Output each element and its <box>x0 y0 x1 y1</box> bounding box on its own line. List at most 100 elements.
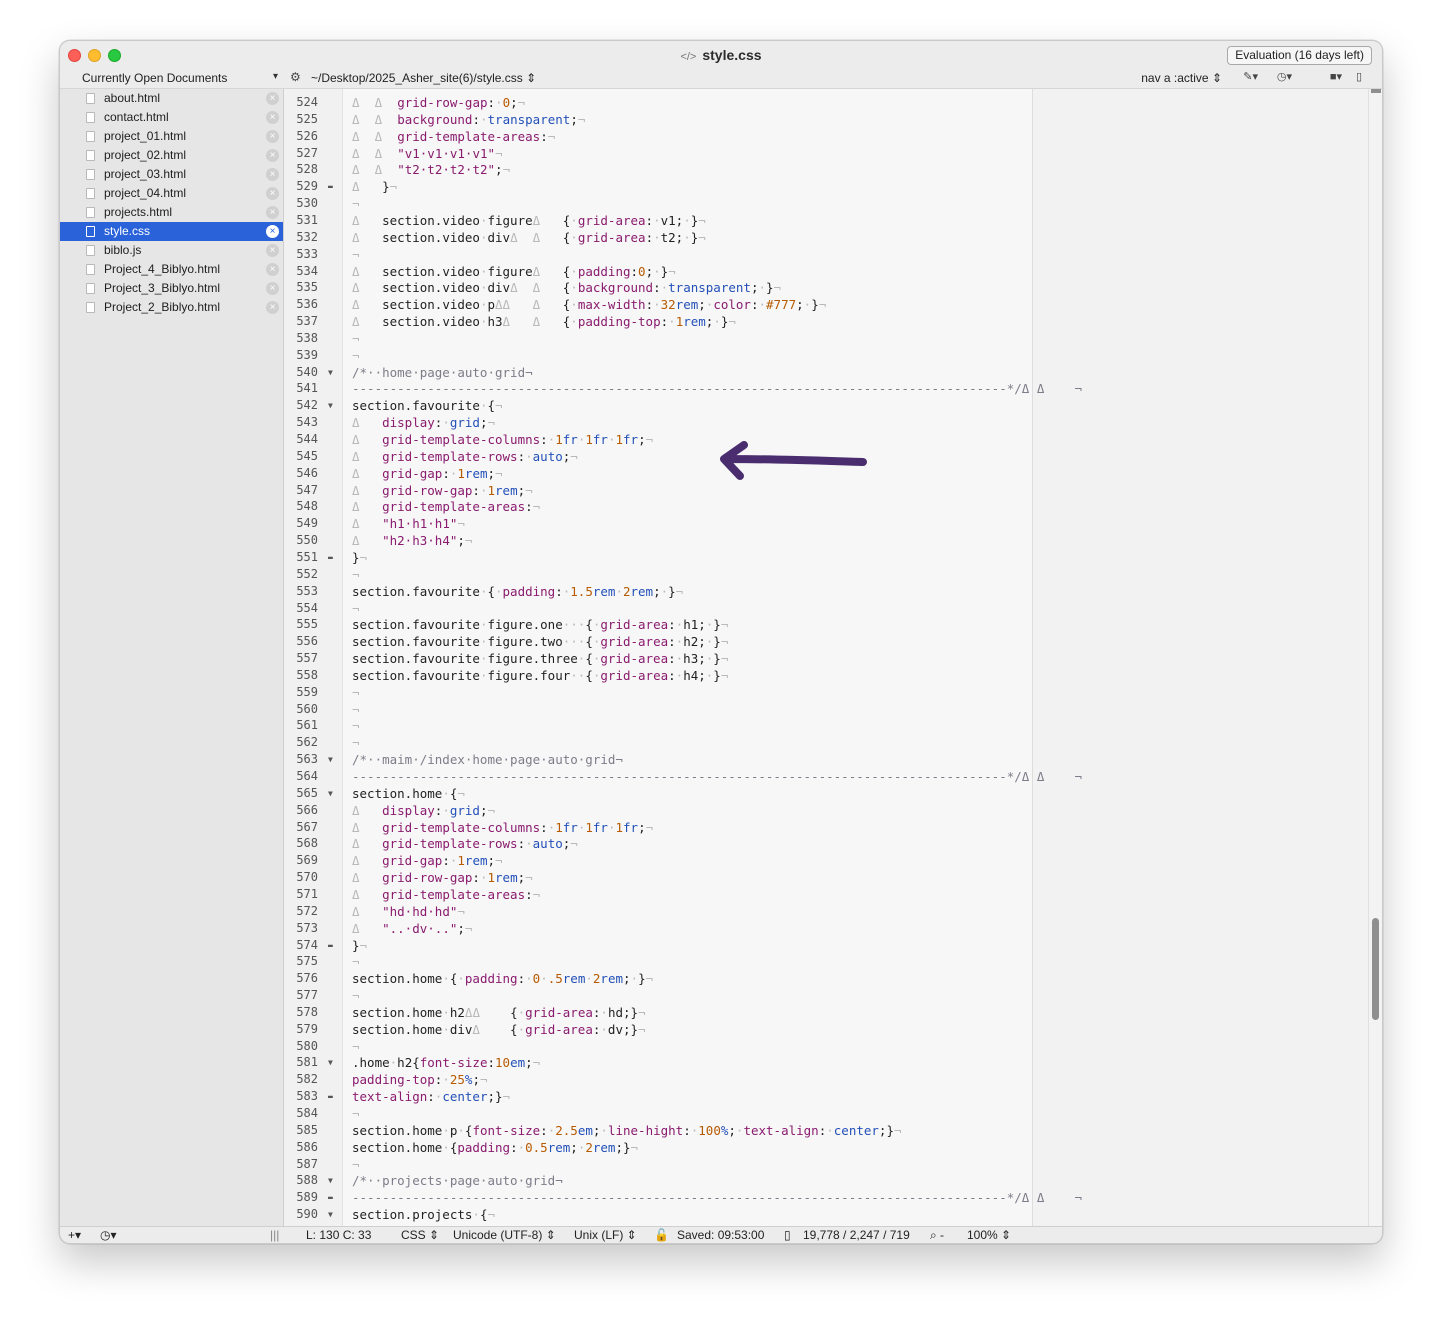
code-line[interactable]: 541 -------------------------------------… <box>284 380 1368 397</box>
split-handle-icon[interactable]: ||| <box>270 1228 279 1242</box>
sidebar-document-item[interactable]: project_02.html × <box>60 146 283 165</box>
sidebar-document-item[interactable]: style.css × <box>60 222 283 241</box>
code-line[interactable]: 542 ▼ section.favourite·{¬ <box>284 397 1368 414</box>
code-line[interactable]: 524 Δ Δ grid-row-gap:·0;¬ <box>284 94 1368 111</box>
close-document-icon[interactable]: × <box>266 168 279 181</box>
code-line[interactable]: 550 Δ "h2·h3·h4";¬ <box>284 532 1368 549</box>
zoom-menu[interactable]: 100% ⇕ <box>967 1228 1011 1242</box>
close-document-icon[interactable]: × <box>266 92 279 105</box>
code-line[interactable]: 557 section.favourite·figure.three·{·grid… <box>284 650 1368 667</box>
sidebar-document-item[interactable]: biblo.js × <box>60 241 283 260</box>
code-line[interactable]: 568 Δ grid-template-rows:·auto;¬ <box>284 835 1368 852</box>
close-document-icon[interactable]: × <box>266 263 279 276</box>
code-line[interactable]: 539 ¬ <box>284 347 1368 364</box>
code-editor[interactable]: 524 Δ Δ grid-row-gap:·0;¬ 525 Δ Δ backgroun… <box>284 89 1368 1226</box>
code-line[interactable]: 571 Δ grid-template-areas:¬ <box>284 886 1368 903</box>
code-line[interactable]: 570 Δ grid-row-gap:·1rem;¬ <box>284 869 1368 886</box>
sidebar-document-item[interactable]: project_03.html × <box>60 165 283 184</box>
code-line[interactable]: 536 Δ section.video·pΔΔ Δ {·max-width:·32… <box>284 296 1368 313</box>
code-line[interactable]: 583 ▬ text-align:·center;}¬ <box>284 1088 1368 1105</box>
code-line[interactable]: 578 section.home·h2ΔΔ {·grid-area:·hd;}¬ <box>284 1004 1368 1021</box>
code-line[interactable]: 567 Δ grid-template-columns:·1fr·1fr·1fr;… <box>284 819 1368 836</box>
code-line[interactable]: 534 Δ section.video·figureΔ {·padding:0;·… <box>284 263 1368 280</box>
close-document-icon[interactable]: × <box>266 301 279 314</box>
evaluation-button[interactable]: Evaluation (16 days left) <box>1227 46 1372 65</box>
code-line[interactable]: 533 ¬ <box>284 246 1368 263</box>
code-line[interactable]: 529 ▬ Δ }¬ <box>284 178 1368 195</box>
code-line[interactable]: 573 Δ "..·dv·..";¬ <box>284 920 1368 937</box>
fold-open-icon[interactable]: ▼ <box>328 364 333 381</box>
sidebar-document-item[interactable]: about.html × <box>60 89 283 108</box>
encoding-menu[interactable]: Unicode (UTF-8) ⇕ <box>453 1228 556 1242</box>
code-line[interactable]: 543 Δ display:·grid;¬ <box>284 414 1368 431</box>
code-line[interactable]: 576 section.home·{·padding:·0·.5rem·2rem;… <box>284 970 1368 987</box>
code-line[interactable]: 569 Δ grid-gap:·1rem;¬ <box>284 852 1368 869</box>
fold-open-icon[interactable]: ▼ <box>328 1054 333 1071</box>
fold-open-icon[interactable]: ▼ <box>328 1206 333 1223</box>
close-document-icon[interactable]: × <box>266 206 279 219</box>
language-menu[interactable]: CSS ⇕ <box>401 1228 439 1242</box>
symbol-selector[interactable]: nav a :active ⇕ <box>1141 71 1222 85</box>
lock-icon[interactable]: 🔓 <box>654 1228 669 1242</box>
vertical-scrollbar[interactable] <box>1368 89 1382 1226</box>
open-documents-menu[interactable]: Currently Open Documents ▾ <box>82 71 278 85</box>
code-line[interactable]: 579 section.home·divΔ {·grid-area:·dv;}¬ <box>284 1021 1368 1038</box>
code-line[interactable]: 527 Δ Δ "v1·v1·v1·v1"¬ <box>284 145 1368 162</box>
close-document-icon[interactable]: × <box>266 111 279 124</box>
code-line[interactable]: 587 ¬ <box>284 1156 1368 1173</box>
file-path-menu[interactable]: ~/Desktop/2025_Asher_site(6)/style.css ⇕ <box>311 71 536 85</box>
code-line[interactable]: 577 ¬ <box>284 987 1368 1004</box>
close-document-icon[interactable]: × <box>266 149 279 162</box>
code-line[interactable]: 563 ▼ /*··maim·/index·home·page·auto·grid¬ <box>284 751 1368 768</box>
fold-end-icon[interactable]: ▬ <box>328 549 333 566</box>
fold-open-icon[interactable]: ▼ <box>328 751 333 768</box>
sidebar-document-item[interactable]: Project_4_Biblyo.html × <box>60 260 283 279</box>
code-line[interactable]: 528 Δ Δ "t2·t2·t2·t2";¬ <box>284 161 1368 178</box>
fold-open-icon[interactable]: ▼ <box>328 397 333 414</box>
code-line[interactable]: 532 Δ section.video·divΔ Δ {·grid-area:·t… <box>284 229 1368 246</box>
document-icon[interactable]: ▯ <box>1356 70 1362 83</box>
code-line[interactable]: 551 ▬}¬ <box>284 549 1368 566</box>
code-line[interactable]: 562 ¬ <box>284 734 1368 751</box>
pen-icon[interactable]: ✎▾ <box>1243 70 1258 83</box>
sidebar-document-item[interactable]: project_01.html × <box>60 127 283 146</box>
fold-end-icon[interactable]: ▬ <box>328 1189 333 1206</box>
code-line[interactable]: 538 ¬ <box>284 330 1368 347</box>
fold-end-icon[interactable]: ▬ <box>328 1088 333 1105</box>
fold-end-icon[interactable]: ▬ <box>328 937 333 954</box>
counterpart-icon[interactable]: ■▾ <box>1330 70 1342 83</box>
code-line[interactable]: 565 ▼ section.home·{¬ <box>284 785 1368 802</box>
code-line[interactable]: 537 Δ section.video·h3Δ Δ {·padding-top:·… <box>284 313 1368 330</box>
zoom-out-icon[interactable]: ⌕ - <box>930 1228 944 1243</box>
sidebar-document-item[interactable]: Project_3_Biblyo.html × <box>60 279 283 298</box>
code-line[interactable]: 586 section.home·{padding:·0.5rem;·2rem;}… <box>284 1139 1368 1156</box>
code-line[interactable]: 564 -------------------------------------… <box>284 768 1368 785</box>
code-line[interactable]: 574 ▬}¬ <box>284 937 1368 954</box>
code-line[interactable]: 566 Δ display:·grid;¬ <box>284 802 1368 819</box>
fold-open-icon[interactable]: ▼ <box>328 785 333 802</box>
clock-icon[interactable]: ◷▾ <box>1277 70 1292 83</box>
history-icon[interactable]: ◷▾ <box>100 1228 117 1242</box>
gear-icon[interactable]: ⚙ <box>290 70 301 84</box>
code-line[interactable]: 580 ¬ <box>284 1038 1368 1055</box>
code-line[interactable]: 525 Δ Δ background:·transparent;¬ <box>284 111 1368 128</box>
code-line[interactable]: 575 ¬ <box>284 953 1368 970</box>
code-line[interactable]: 560 ¬ <box>284 701 1368 718</box>
scrollbar-thumb[interactable] <box>1372 918 1379 1020</box>
code-line[interactable]: 531 Δ section.video·figureΔ {·grid-area:·… <box>284 212 1368 229</box>
code-line[interactable]: 535 Δ section.video·divΔ Δ {·background:·… <box>284 279 1368 296</box>
code-line[interactable]: 558 section.favourite·figure.four··{·grid… <box>284 667 1368 684</box>
code-line[interactable]: 588 ▼ /*··projects·page·auto·grid¬ <box>284 1172 1368 1189</box>
code-line[interactable]: 559 ¬ <box>284 684 1368 701</box>
code-line[interactable]: 552 ¬ <box>284 566 1368 583</box>
close-document-icon[interactable]: × <box>266 187 279 200</box>
code-line[interactable]: 584 ¬ <box>284 1105 1368 1122</box>
code-line[interactable]: 548 Δ grid-template-areas:¬ <box>284 498 1368 515</box>
add-menu-button[interactable]: +▾ <box>68 1228 81 1242</box>
code-line[interactable]: 590 ▼ section.projects·{¬ <box>284 1206 1368 1223</box>
line-endings-menu[interactable]: Unix (LF) ⇕ <box>574 1228 637 1242</box>
code-line[interactable]: 561 ¬ <box>284 717 1368 734</box>
code-line[interactable]: 585 section.home·p·{font-size:·2.5em;·lin… <box>284 1122 1368 1139</box>
document-counts[interactable]: 19,778 / 2,247 / 719 <box>803 1228 910 1242</box>
code-line[interactable]: 530 ¬ <box>284 195 1368 212</box>
